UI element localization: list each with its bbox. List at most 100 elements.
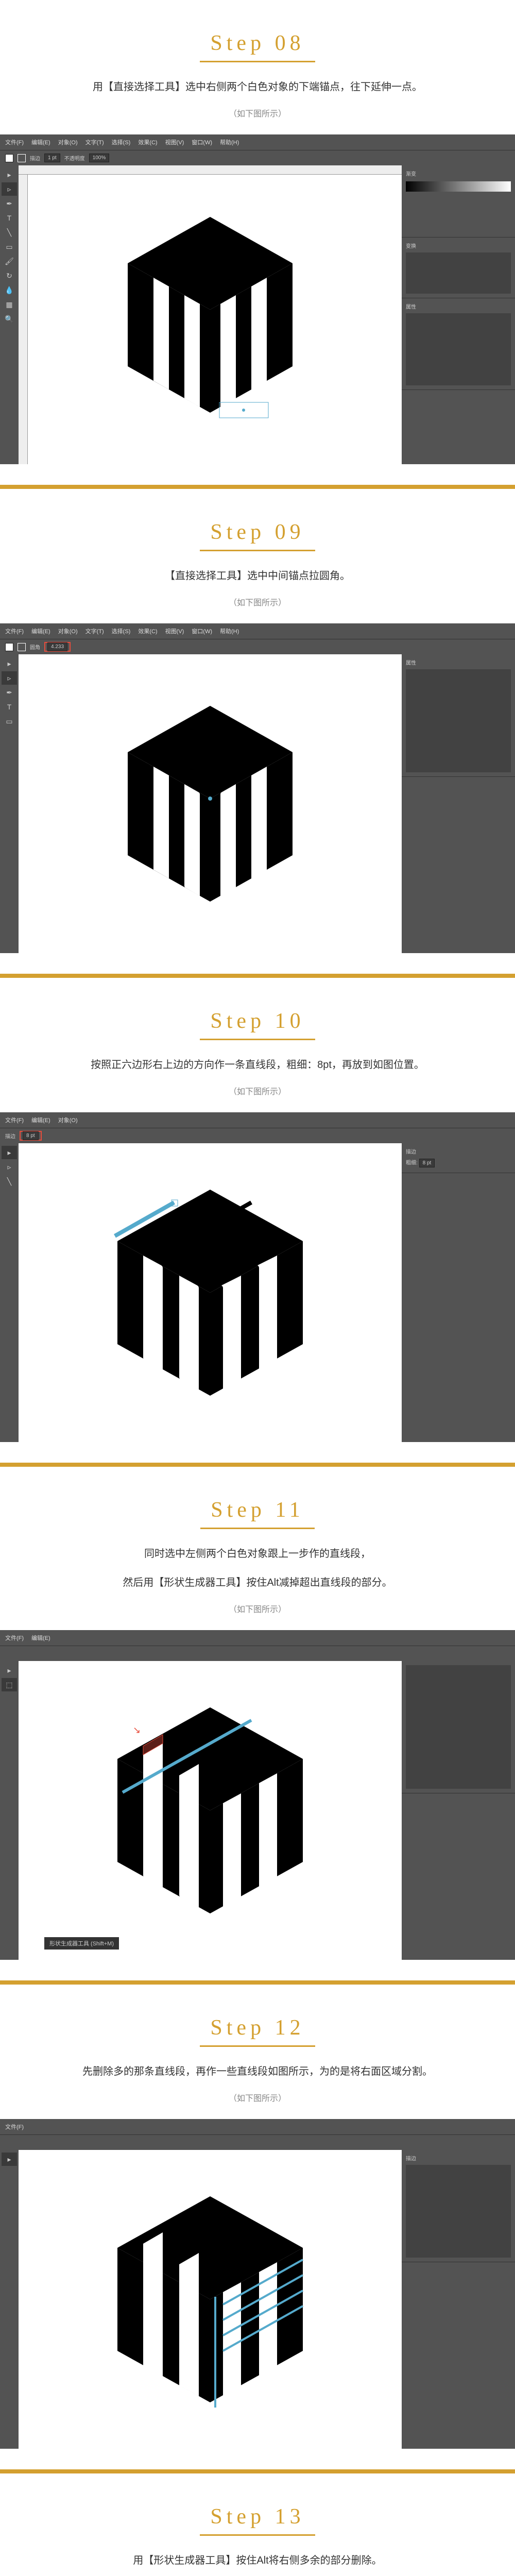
divider <box>0 1980 515 1985</box>
fill-swatch[interactable] <box>5 643 13 651</box>
rotate-tool[interactable]: ↻ <box>2 269 17 282</box>
gradient-tool[interactable]: ▦ <box>2 298 17 311</box>
step-instruction: 同时选中左侧两个白色对象跟上一步作的直线段， <box>41 1545 474 1563</box>
menu-select[interactable]: 选择(S) <box>112 138 131 146</box>
cube-artwork <box>107 696 313 912</box>
step-title: Step 08 <box>200 31 315 62</box>
options-bar: 圆角 4.233 <box>0 639 515 654</box>
step-title: Step 09 <box>200 520 315 551</box>
gradient-slider[interactable] <box>406 181 511 192</box>
cube-artwork <box>97 2186 323 2413</box>
stroke-weight-field[interactable]: 1 pt <box>44 154 60 162</box>
cube-artwork: ↘ <box>97 1697 323 1924</box>
menu-file[interactable]: 文件(F) <box>5 1116 24 1124</box>
pen-tool[interactable]: ✒ <box>2 686 17 699</box>
selection-tool[interactable]: ▸ <box>2 657 17 670</box>
selection-tool[interactable]: ▸ <box>2 1664 17 1677</box>
step-title: Step 11 <box>200 1498 315 1529</box>
menu-edit[interactable]: 编辑(E) <box>31 1634 50 1642</box>
menu-edit[interactable]: 编辑(E) <box>31 1116 50 1124</box>
menu-edit[interactable]: 编辑(E) <box>31 627 50 635</box>
type-tool[interactable]: T <box>2 211 17 225</box>
menubar: 文件(F) 编辑(E) <box>0 1630 515 1646</box>
panel-weight-field[interactable]: 8 pt <box>419 1159 435 1167</box>
toolbox: ▸ ▹ ╲ <box>0 1143 19 1442</box>
step-instruction: 用【形状生成器工具】按住Alt将右侧多余的部分删除。 <box>41 2551 474 2570</box>
fill-swatch[interactable] <box>5 154 13 162</box>
divider <box>0 974 515 978</box>
direct-selection-tool[interactable]: ▹ <box>2 671 17 685</box>
stroke-label: 描边 <box>30 154 40 162</box>
artboard[interactable] <box>19 2150 402 2449</box>
selection-tool[interactable]: ▸ <box>2 168 17 181</box>
panels: 渐变 变换 属性 <box>402 165 515 464</box>
stroke-weight-field[interactable]: 8 pt <box>23 1131 39 1140</box>
line-tool[interactable]: ╲ <box>2 226 17 239</box>
panel-title: 渐变 <box>406 170 511 177</box>
direct-selection-tool[interactable]: ▹ <box>2 182 17 196</box>
step-instruction: 【直接选择工具】选中中间锚点拉圆角。 <box>41 567 474 585</box>
rectangle-tool[interactable]: ▭ <box>2 715 17 728</box>
divider <box>0 2469 515 2473</box>
menu-object[interactable]: 对象(O) <box>58 138 78 146</box>
panel-title: 变换 <box>406 242 511 249</box>
type-tool[interactable]: T <box>2 700 17 714</box>
menu-effect[interactable]: 效果(C) <box>138 138 157 146</box>
stroke-swatch[interactable] <box>18 643 26 651</box>
menu-window[interactable]: 窗口(W) <box>192 627 212 635</box>
screenshot-step11: 文件(F) 编辑(E) ▸ ⬚ ↘ 形状生成器工具 (Shift+M) <box>0 1630 515 1960</box>
direct-selection-tool[interactable]: ▹ <box>2 1160 17 1174</box>
menu-file[interactable]: 文件(F) <box>5 138 24 146</box>
menubar: 文件(F) 编辑(E) 对象(O) 文字(T) 选择(S) 效果(C) 视图(V… <box>0 134 515 150</box>
toolbox: ▸ <box>0 2150 19 2449</box>
pen-tool[interactable]: ✒ <box>2 197 17 210</box>
step-sub: （如下图所示） <box>0 1084 515 1097</box>
menu-file[interactable]: 文件(F) <box>5 627 24 635</box>
menu-view[interactable]: 视图(V) <box>165 138 184 146</box>
stroke-swatch[interactable] <box>18 154 26 162</box>
line-tool[interactable]: ╲ <box>2 1175 17 1188</box>
menu-type[interactable]: 文字(T) <box>85 138 104 146</box>
tool-tooltip: 形状生成器工具 (Shift+M) <box>44 1937 119 1950</box>
artboard[interactable] <box>19 1143 402 1442</box>
menu-select[interactable]: 选择(S) <box>112 627 131 635</box>
options-bar <box>0 1646 515 1661</box>
zoom-tool[interactable]: 🔍 <box>2 312 17 326</box>
corner-radius-field[interactable]: 4.233 <box>47 642 67 651</box>
opacity-field[interactable]: 100% <box>89 154 110 162</box>
cube-artwork <box>97 1179 323 1406</box>
selection-tool[interactable]: ▸ <box>2 1146 17 1159</box>
artboard[interactable] <box>19 165 402 464</box>
step-sub: （如下图所示） <box>0 596 515 608</box>
screenshot-step08: 文件(F) 编辑(E) 对象(O) 文字(T) 选择(S) 效果(C) 视图(V… <box>0 134 515 464</box>
selection-tool[interactable]: ▸ <box>2 2153 17 2166</box>
rectangle-tool[interactable]: ▭ <box>2 240 17 253</box>
menu-edit[interactable]: 编辑(E) <box>31 138 50 146</box>
weight-label: 粗细 <box>406 1160 416 1166</box>
corner-label: 圆角 <box>30 643 40 651</box>
menu-effect[interactable]: 效果(C) <box>138 627 157 635</box>
menu-file[interactable]: 文件(F) <box>5 2123 24 2131</box>
menu-file[interactable]: 文件(F) <box>5 1634 24 1642</box>
menu-help[interactable]: 帮助(H) <box>220 138 239 146</box>
menu-help[interactable]: 帮助(H) <box>220 627 239 635</box>
menu-type[interactable]: 文字(T) <box>85 627 104 635</box>
menu-object[interactable]: 对象(O) <box>58 627 78 635</box>
menubar: 文件(F) 编辑(E) 对象(O) 文字(T) 选择(S) 效果(C) 视图(V… <box>0 623 515 639</box>
artboard[interactable] <box>19 654 402 953</box>
menu-window[interactable]: 窗口(W) <box>192 138 212 146</box>
panel-title: 描边 <box>406 1147 511 1155</box>
shape-builder-tool[interactable]: ⬚ <box>2 1678 17 1691</box>
screenshot-step09: 文件(F) 编辑(E) 对象(O) 文字(T) 选择(S) 效果(C) 视图(V… <box>0 623 515 953</box>
eyedropper-tool[interactable]: 💧 <box>2 283 17 297</box>
toolbox: ▸ ▹ ✒ T ╲ ▭ 🖌 ↻ 💧 ▦ 🔍 <box>0 165 19 464</box>
step-title: Step 12 <box>200 2015 315 2047</box>
menu-object[interactable]: 对象(O) <box>58 1116 78 1124</box>
artboard[interactable]: ↘ 形状生成器工具 (Shift+M) <box>19 1661 402 1960</box>
step-sub: （如下图所示） <box>0 107 515 119</box>
menu-view[interactable]: 视图(V) <box>165 627 184 635</box>
brush-tool[interactable]: 🖌 <box>2 255 17 268</box>
menubar: 文件(F) <box>0 2119 515 2134</box>
svg-text:↘: ↘ <box>133 1725 141 1735</box>
options-bar: 描边 1 pt 不透明度 100% <box>0 150 515 165</box>
